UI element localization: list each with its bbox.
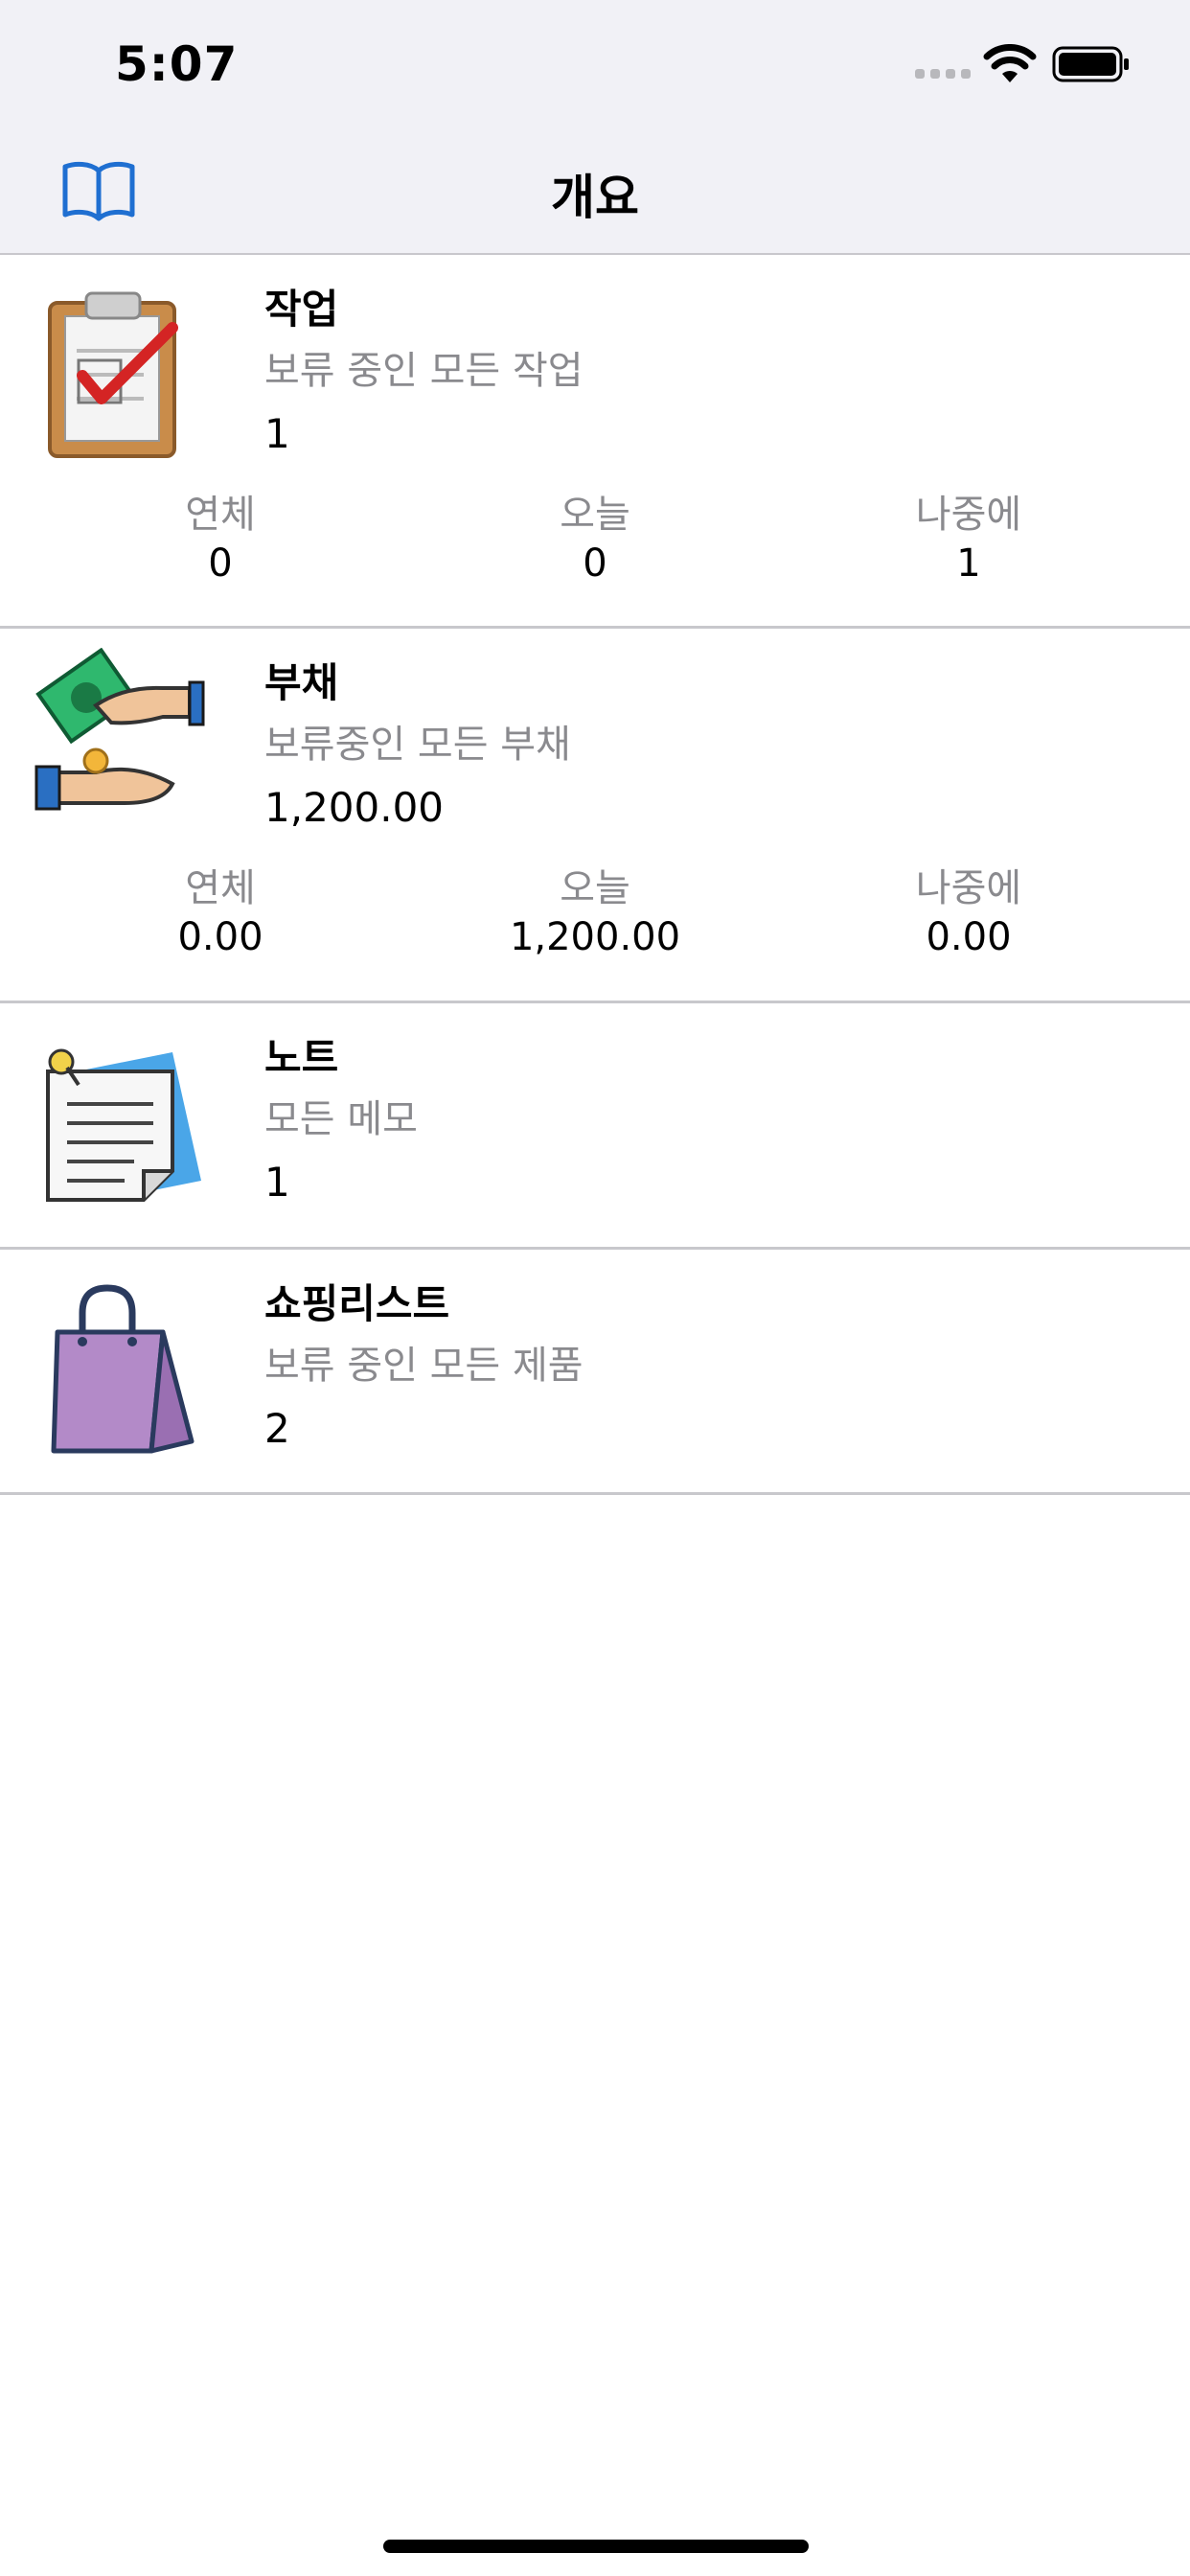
list-item-debts[interactable]: 부채 보류중인 모든 부채 1,200.00 연체 0.00 오늘 1,200.… <box>0 629 1190 1003</box>
stat-today: 오늘 0 <box>403 491 787 588</box>
stat-value: 0 <box>208 541 233 586</box>
stat-today: 오늘 1,200.00 <box>403 864 787 962</box>
row-subtitle: 보류중인 모든 부채 <box>264 723 571 767</box>
row-subtitle: 보류 중인 모든 작업 <box>264 349 584 393</box>
stat-later: 나중에 0.00 <box>777 864 1160 962</box>
row-title: 작업 <box>264 286 339 333</box>
stat-label: 연체 <box>185 866 256 910</box>
stat-value: 1,200.00 <box>509 915 681 959</box>
stat-value: 0.00 <box>926 915 1012 959</box>
stat-value: 1 <box>956 541 981 586</box>
status-bar: 5:07 <box>0 0 1190 126</box>
stat-overdue: 연체 0 <box>29 491 412 588</box>
row-value: 1,200.00 <box>264 784 445 831</box>
row-value: 2 <box>264 1405 290 1452</box>
list-item-shopping-list[interactable]: 쇼핑리스트 보류 중인 모든 제품 2 <box>0 1250 1190 1495</box>
navigation-bar: 개요 <box>0 126 1190 255</box>
row-value: 1 <box>264 410 290 457</box>
stat-label: 나중에 <box>915 493 1022 537</box>
stat-value: 0.00 <box>177 915 263 959</box>
stat-overdue: 연체 0.00 <box>29 864 412 962</box>
row-title: 부채 <box>264 659 339 706</box>
list-item-notes[interactable]: 노트 모든 메모 1 <box>0 1003 1190 1250</box>
note-pin-icon <box>46 1048 201 1202</box>
row-value: 1 <box>264 1159 290 1206</box>
home-indicator[interactable] <box>383 2540 809 2553</box>
battery-icon <box>1052 46 1129 82</box>
row-subtitle: 모든 메모 <box>264 1097 418 1141</box>
status-time: 5:07 <box>115 36 239 92</box>
cellular-signal-icon <box>915 69 971 79</box>
page-title: 개요 <box>551 170 639 225</box>
stat-label: 연체 <box>185 493 256 537</box>
wifi-icon <box>983 44 1037 82</box>
stat-label: 나중에 <box>915 866 1022 910</box>
money-hands-icon <box>34 648 205 811</box>
stat-label: 오늘 <box>560 866 630 910</box>
stat-value: 0 <box>583 541 607 586</box>
row-title: 노트 <box>264 1034 339 1081</box>
shopping-bag-icon <box>51 1284 195 1454</box>
stat-later: 나중에 1 <box>777 491 1160 588</box>
clipboard-check-icon <box>48 291 178 458</box>
row-subtitle: 보류 중인 모든 제품 <box>264 1344 584 1388</box>
list-item-tasks[interactable]: 작업 보류 중인 모든 작업 1 연체 0 오늘 0 나중에 1 <box>0 255 1190 629</box>
row-title: 쇼핑리스트 <box>264 1280 450 1327</box>
stat-label: 오늘 <box>560 493 630 537</box>
